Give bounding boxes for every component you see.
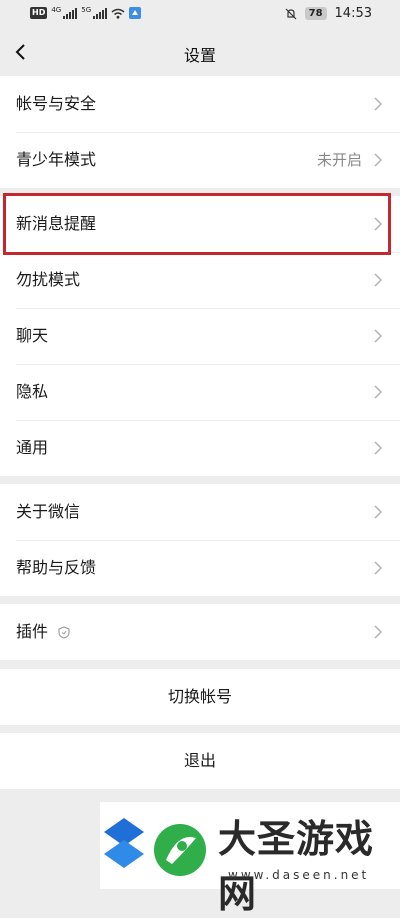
signal-icon: [63, 7, 78, 19]
settings-item-do-not-disturb[interactable]: 勿扰模式: [0, 252, 400, 308]
logout-button[interactable]: 退出: [0, 733, 400, 789]
chevron-right-icon: [374, 153, 382, 167]
settings-item-general[interactable]: 通用: [0, 420, 400, 476]
settings-item-plugins[interactable]: 插件: [0, 604, 400, 660]
settings-item-help-feedback[interactable]: 帮助与反馈: [0, 540, 400, 596]
mute-icon: [285, 8, 297, 19]
chevron-right-icon: [374, 385, 382, 399]
chevron-right-icon: [374, 273, 382, 287]
page-title: 设置: [183, 46, 216, 65]
network-type-label: 4G: [51, 6, 62, 14]
hd-icon: HD: [30, 7, 48, 19]
chevron-right-icon: [374, 217, 382, 231]
app-notify-icon: [129, 7, 142, 19]
chevron-right-icon: [374, 329, 382, 343]
battery-icon: 78: [304, 7, 327, 20]
watermark-logo: [104, 818, 206, 876]
settings-item-label: 插件: [16, 622, 49, 641]
status-right: 78 14:53: [285, 6, 372, 21]
switch-account-button[interactable]: 切换帐号: [0, 669, 400, 725]
status-left: HD 4G 5G: [30, 6, 142, 19]
watermark-banner: 大圣游戏网 www.daseen.net: [100, 802, 400, 916]
settings-group-about: 关于微信 帮助与反馈: [0, 484, 400, 596]
chevron-right-icon: [374, 441, 382, 455]
settings-group-account: 帐号与安全 青少年模式 未开启: [0, 76, 400, 188]
settings-item-about-wechat[interactable]: 关于微信: [0, 484, 400, 540]
wifi-icon: [111, 8, 125, 19]
signal-icon-2: [93, 7, 108, 19]
chevron-right-icon: [374, 97, 382, 111]
watermark-url: www.daseen.net: [228, 868, 370, 882]
chevron-right-icon: [374, 561, 382, 575]
settings-item-label: 通用: [16, 438, 49, 457]
settings-item-value: 未开启: [316, 151, 362, 169]
settings-item-label: 帐号与安全: [16, 94, 97, 113]
settings-group-features: 新消息提醒 勿扰模式 聊天 隐私 通用: [0, 196, 400, 476]
settings-item-new-message-notify[interactable]: 新消息提醒: [0, 196, 400, 252]
status-bar: HD 4G 5G 78 14:53: [0, 0, 400, 28]
settings-item-chat[interactable]: 聊天: [0, 308, 400, 364]
logout-label: 退出: [183, 751, 216, 770]
settings-item-privacy[interactable]: 隐私: [0, 364, 400, 420]
settings-item-label: 隐私: [16, 382, 49, 401]
status-time: 14:53: [334, 6, 372, 21]
settings-item-label: 关于微信: [16, 502, 81, 521]
network-type-label-2: 5G: [81, 6, 92, 14]
settings-item-label: 聊天: [16, 326, 49, 345]
switch-account-label: 切换帐号: [167, 687, 232, 706]
settings-item-label: 帮助与反馈: [16, 558, 97, 577]
settings-item-label: 勿扰模式: [16, 270, 81, 289]
nav-bar: 设置: [0, 28, 400, 76]
chevron-right-icon: [374, 505, 382, 519]
shield-icon: [58, 626, 70, 639]
settings-item-label: 青少年模式: [16, 150, 97, 169]
watermark-text: 大圣游戏网: [218, 816, 375, 916]
settings-item-youth-mode[interactable]: 青少年模式 未开启: [0, 132, 400, 188]
settings-item-account-security[interactable]: 帐号与安全: [0, 76, 400, 132]
chevron-right-icon: [374, 625, 382, 639]
settings-group-plugins: 插件: [0, 604, 400, 660]
settings-item-label: 新消息提醒: [16, 214, 97, 233]
